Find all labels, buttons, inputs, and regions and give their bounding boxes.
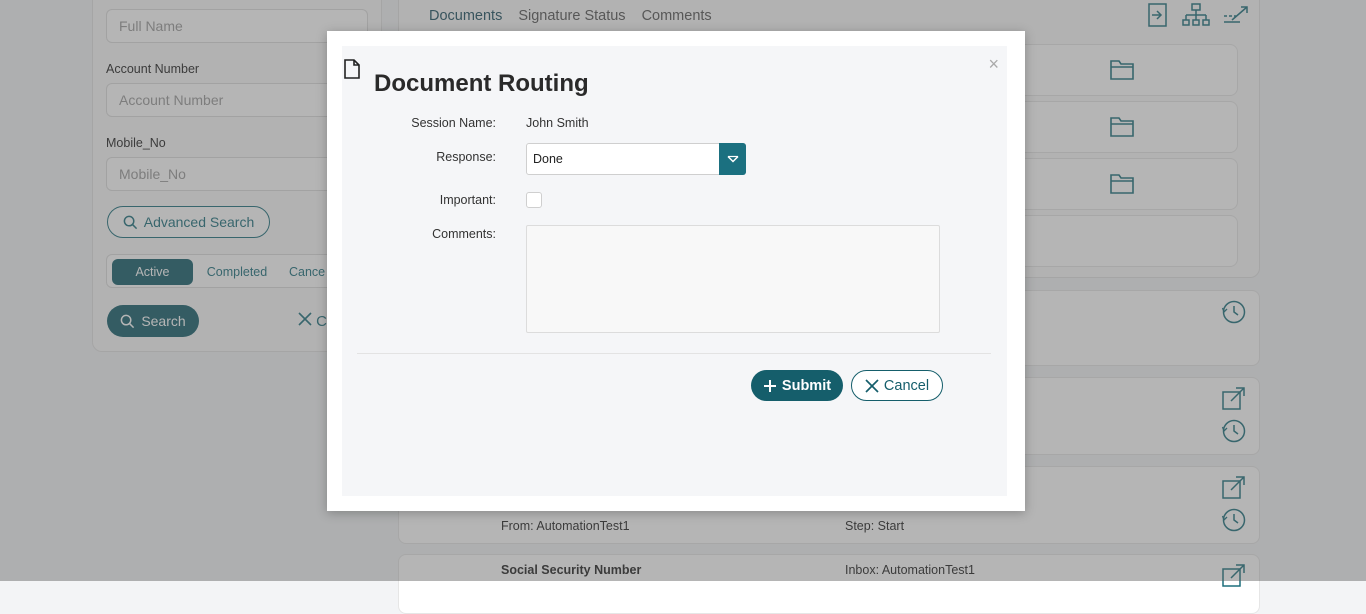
close-dialog-button[interactable]: × [988, 54, 999, 75]
important-checkbox[interactable] [526, 192, 542, 208]
cancel-button[interactable]: Cancel [851, 370, 943, 401]
cancel-label: Cancel [883, 377, 930, 394]
submit-button[interactable]: Submit [751, 370, 843, 401]
chevron-down-icon [726, 155, 739, 163]
close-icon [865, 378, 879, 393]
session-name-value: John Smith [526, 116, 589, 130]
session-name-label: Session Name: [411, 116, 496, 130]
dialog-body: Document Routing × Session Name: John Sm… [342, 46, 1007, 496]
response-label: Response: [436, 150, 496, 164]
response-value: Done [533, 152, 563, 166]
document-icon [344, 59, 360, 79]
submit-label: Submit [781, 377, 832, 394]
document-routing-dialog: Document Routing × Session Name: John Sm… [327, 31, 1025, 511]
important-label: Important: [439, 193, 496, 207]
response-dropdown-button[interactable] [719, 143, 746, 175]
plus-icon [763, 379, 776, 392]
comments-label: Comments: [432, 227, 496, 241]
response-select[interactable]: Done [526, 143, 746, 175]
dialog-title: Document Routing [374, 70, 589, 97]
footer-divider [357, 353, 991, 354]
comments-textarea[interactable] [526, 225, 940, 333]
